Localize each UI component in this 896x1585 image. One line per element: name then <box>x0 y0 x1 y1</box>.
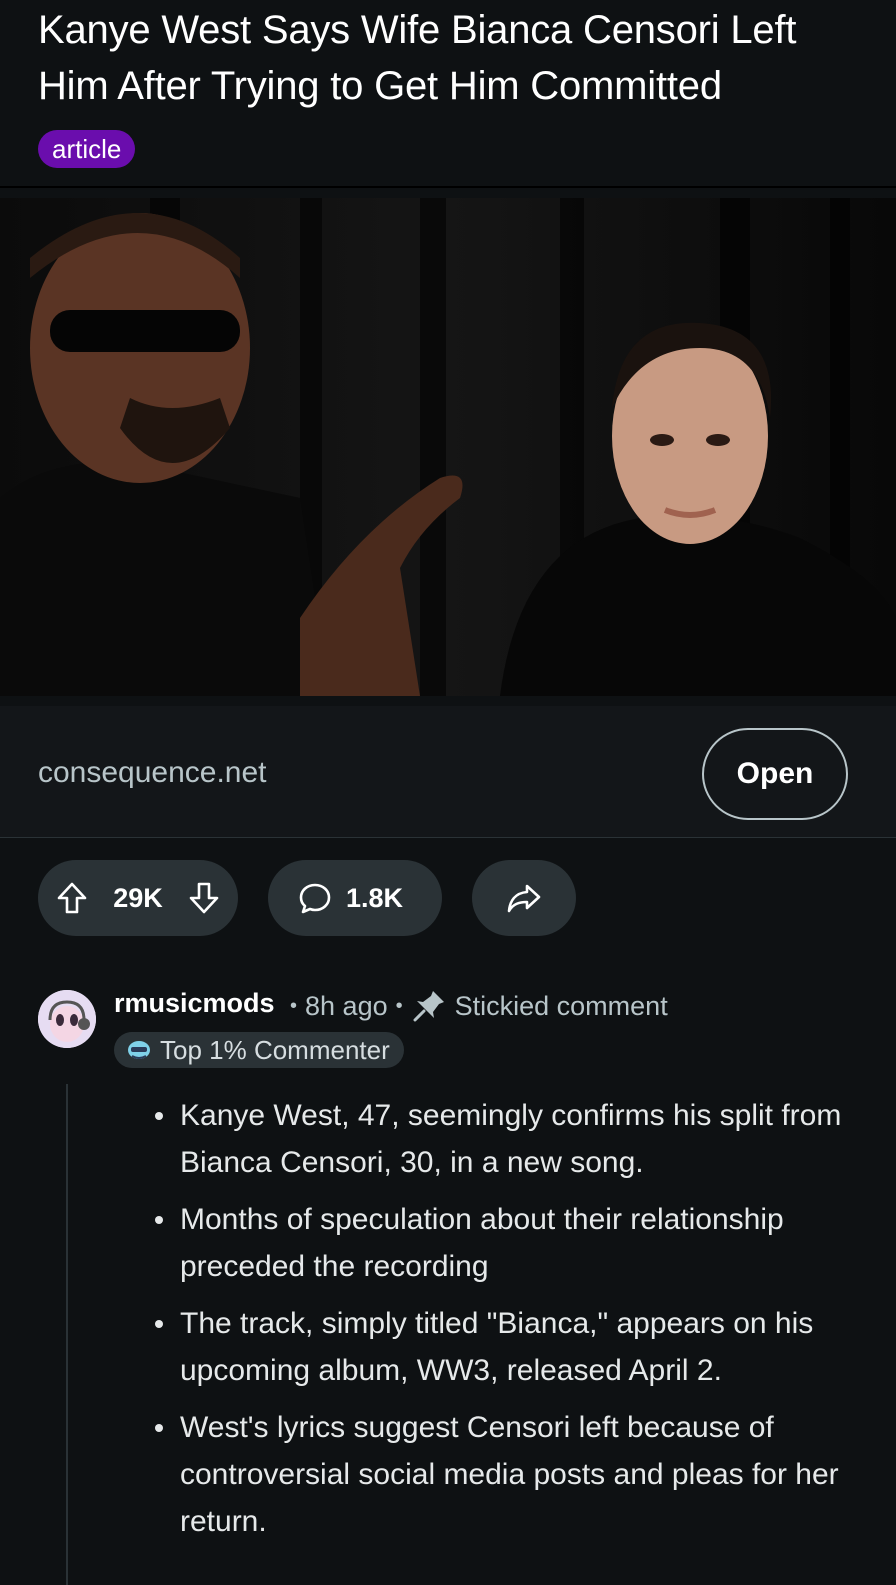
top-commenter-icon <box>126 1039 152 1061</box>
pin-icon <box>411 988 447 1024</box>
avatar[interactable] <box>38 990 96 1048</box>
separator-dot: • <box>290 994 298 1017</box>
list-item: Kanye West, 47, seemingly confirms his s… <box>155 1092 860 1186</box>
arrow-down-icon[interactable] <box>188 881 220 915</box>
list-item: The track, simply titled "Bianca," appea… <box>155 1300 860 1394</box>
comment-age: 8h ago <box>305 990 388 1021</box>
vote-control: 29K <box>38 860 238 936</box>
stickied-label: Stickied comment <box>454 990 668 1021</box>
post-flair[interactable]: article <box>38 130 136 168</box>
list-item: Months of speculation about their relati… <box>155 1196 860 1290</box>
link-domain[interactable]: consequence.net <box>38 756 267 790</box>
vote-score: 29K <box>113 882 163 913</box>
separator-dot: • <box>395 994 403 1017</box>
list-item: West's lyrics suggest Censori left becau… <box>155 1404 860 1545</box>
badge-label: Top 1% Commenter <box>160 1034 390 1065</box>
open-link-button[interactable]: Open <box>702 728 848 820</box>
post-actions: 29K 1.8K <box>38 860 576 936</box>
divider <box>0 186 896 188</box>
comment-count: 1.8K <box>346 882 404 913</box>
post-thumbnail-image[interactable] <box>0 198 896 696</box>
speech-bubble-icon <box>298 881 332 915</box>
thread-line[interactable] <box>66 1084 68 1585</box>
commenter-badge: Top 1% Commenter <box>114 1032 404 1068</box>
comment-header: rmusicmods • 8h ago • Stickied comment T… <box>38 986 878 1076</box>
post-title[interactable]: Kanye West Says Wife Bianca Censori Left… <box>38 2 868 114</box>
comments-button[interactable]: 1.8K <box>268 860 442 936</box>
share-button[interactable] <box>472 860 576 936</box>
arrow-up-icon[interactable] <box>56 881 88 915</box>
comment-body: Kanye West, 47, seemingly confirms his s… <box>155 1092 860 1555</box>
link-preview-bar[interactable]: consequence.net Open <box>0 706 896 838</box>
share-icon <box>506 882 542 914</box>
comment-username[interactable]: rmusicmods <box>114 988 275 1019</box>
comment-meta: • 8h ago • Stickied comment <box>290 988 668 1024</box>
